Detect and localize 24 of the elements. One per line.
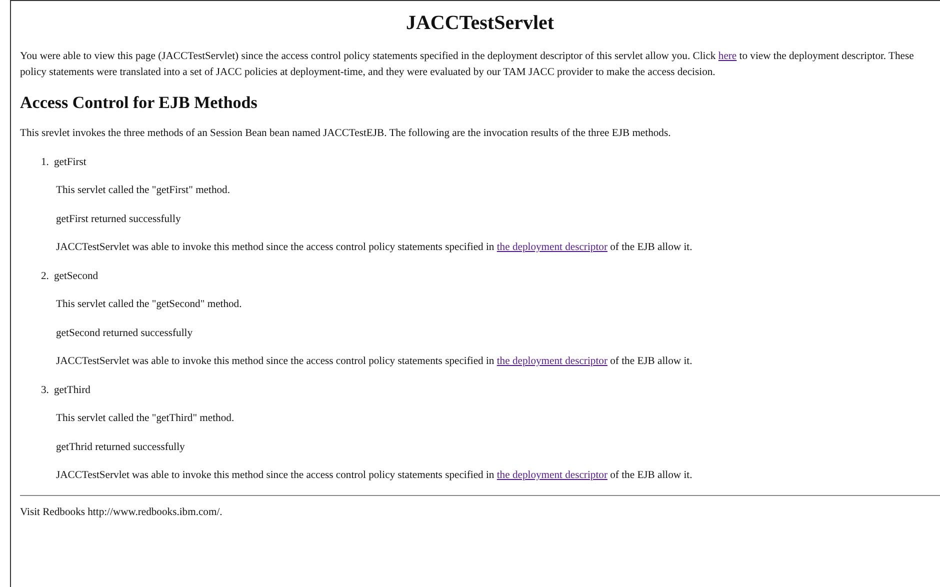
method-name: getThird [54, 384, 90, 398]
called-text: This servlet called the "getFirst" method. [55, 184, 231, 198]
list-number: 2. [41, 270, 49, 284]
statement-text: JACCTestServlet was able to invoke this method since the access control policy statements specified in the deployment descriptor of the EJB allow it. [55, 469, 694, 483]
descriptor-link[interactable]: the deployment descriptor [496, 470, 608, 481]
section-heading: Access Control for EJB Methods [20, 93, 258, 113]
statement-text: JACCTestServlet was able to invoke this method since the access control policy statements specified in the deployment descriptor of the EJB allow it. [55, 241, 694, 255]
list-number: 3. [41, 384, 49, 398]
statement-text: JACCTestServlet was able to invoke this method since the access control policy statements specified in the deployment descriptor of the EJB allow it. [55, 355, 694, 369]
list-number: 1. [41, 156, 49, 170]
called-text: This servlet called the "getSecond" method. [55, 298, 243, 312]
method-name: getSecond [54, 270, 98, 284]
called-text: This servlet called the "getThird" method. [55, 412, 236, 426]
footer-text: Visit Redbooks http://www.redbooks.ibm.com/. [20, 506, 224, 520]
intro-paragraph: You were able to view this page (JACCTestServlet) since the access control policy statements specified in the deployment descriptor of this servlet allow you. Click here to view the deployment descriptor. These policy statements were translated into a set of JACC policies at deployment-time, and they were evaluated by our TAM JACC provider to make the access decision. [20, 50, 915, 80]
descriptor-link[interactable]: the deployment descriptor [496, 242, 608, 253]
descriptor-link[interactable]: the deployment descriptor [496, 356, 608, 367]
page-title: JACCTestServlet [404, 11, 556, 35]
section-paragraph: This srevlet invokes the three methods of an Session Bean bean named JACCTestEJB. The following are the invocation results of the three EJB methods. [20, 127, 672, 141]
here-link[interactable]: here [718, 51, 737, 62]
result-text: getThrid returned successfully [55, 440, 186, 454]
method-name: getFirst [54, 156, 86, 170]
result-text: getSecond returned successfully [55, 326, 194, 340]
result-text: getFirst returned successfully [55, 212, 182, 226]
